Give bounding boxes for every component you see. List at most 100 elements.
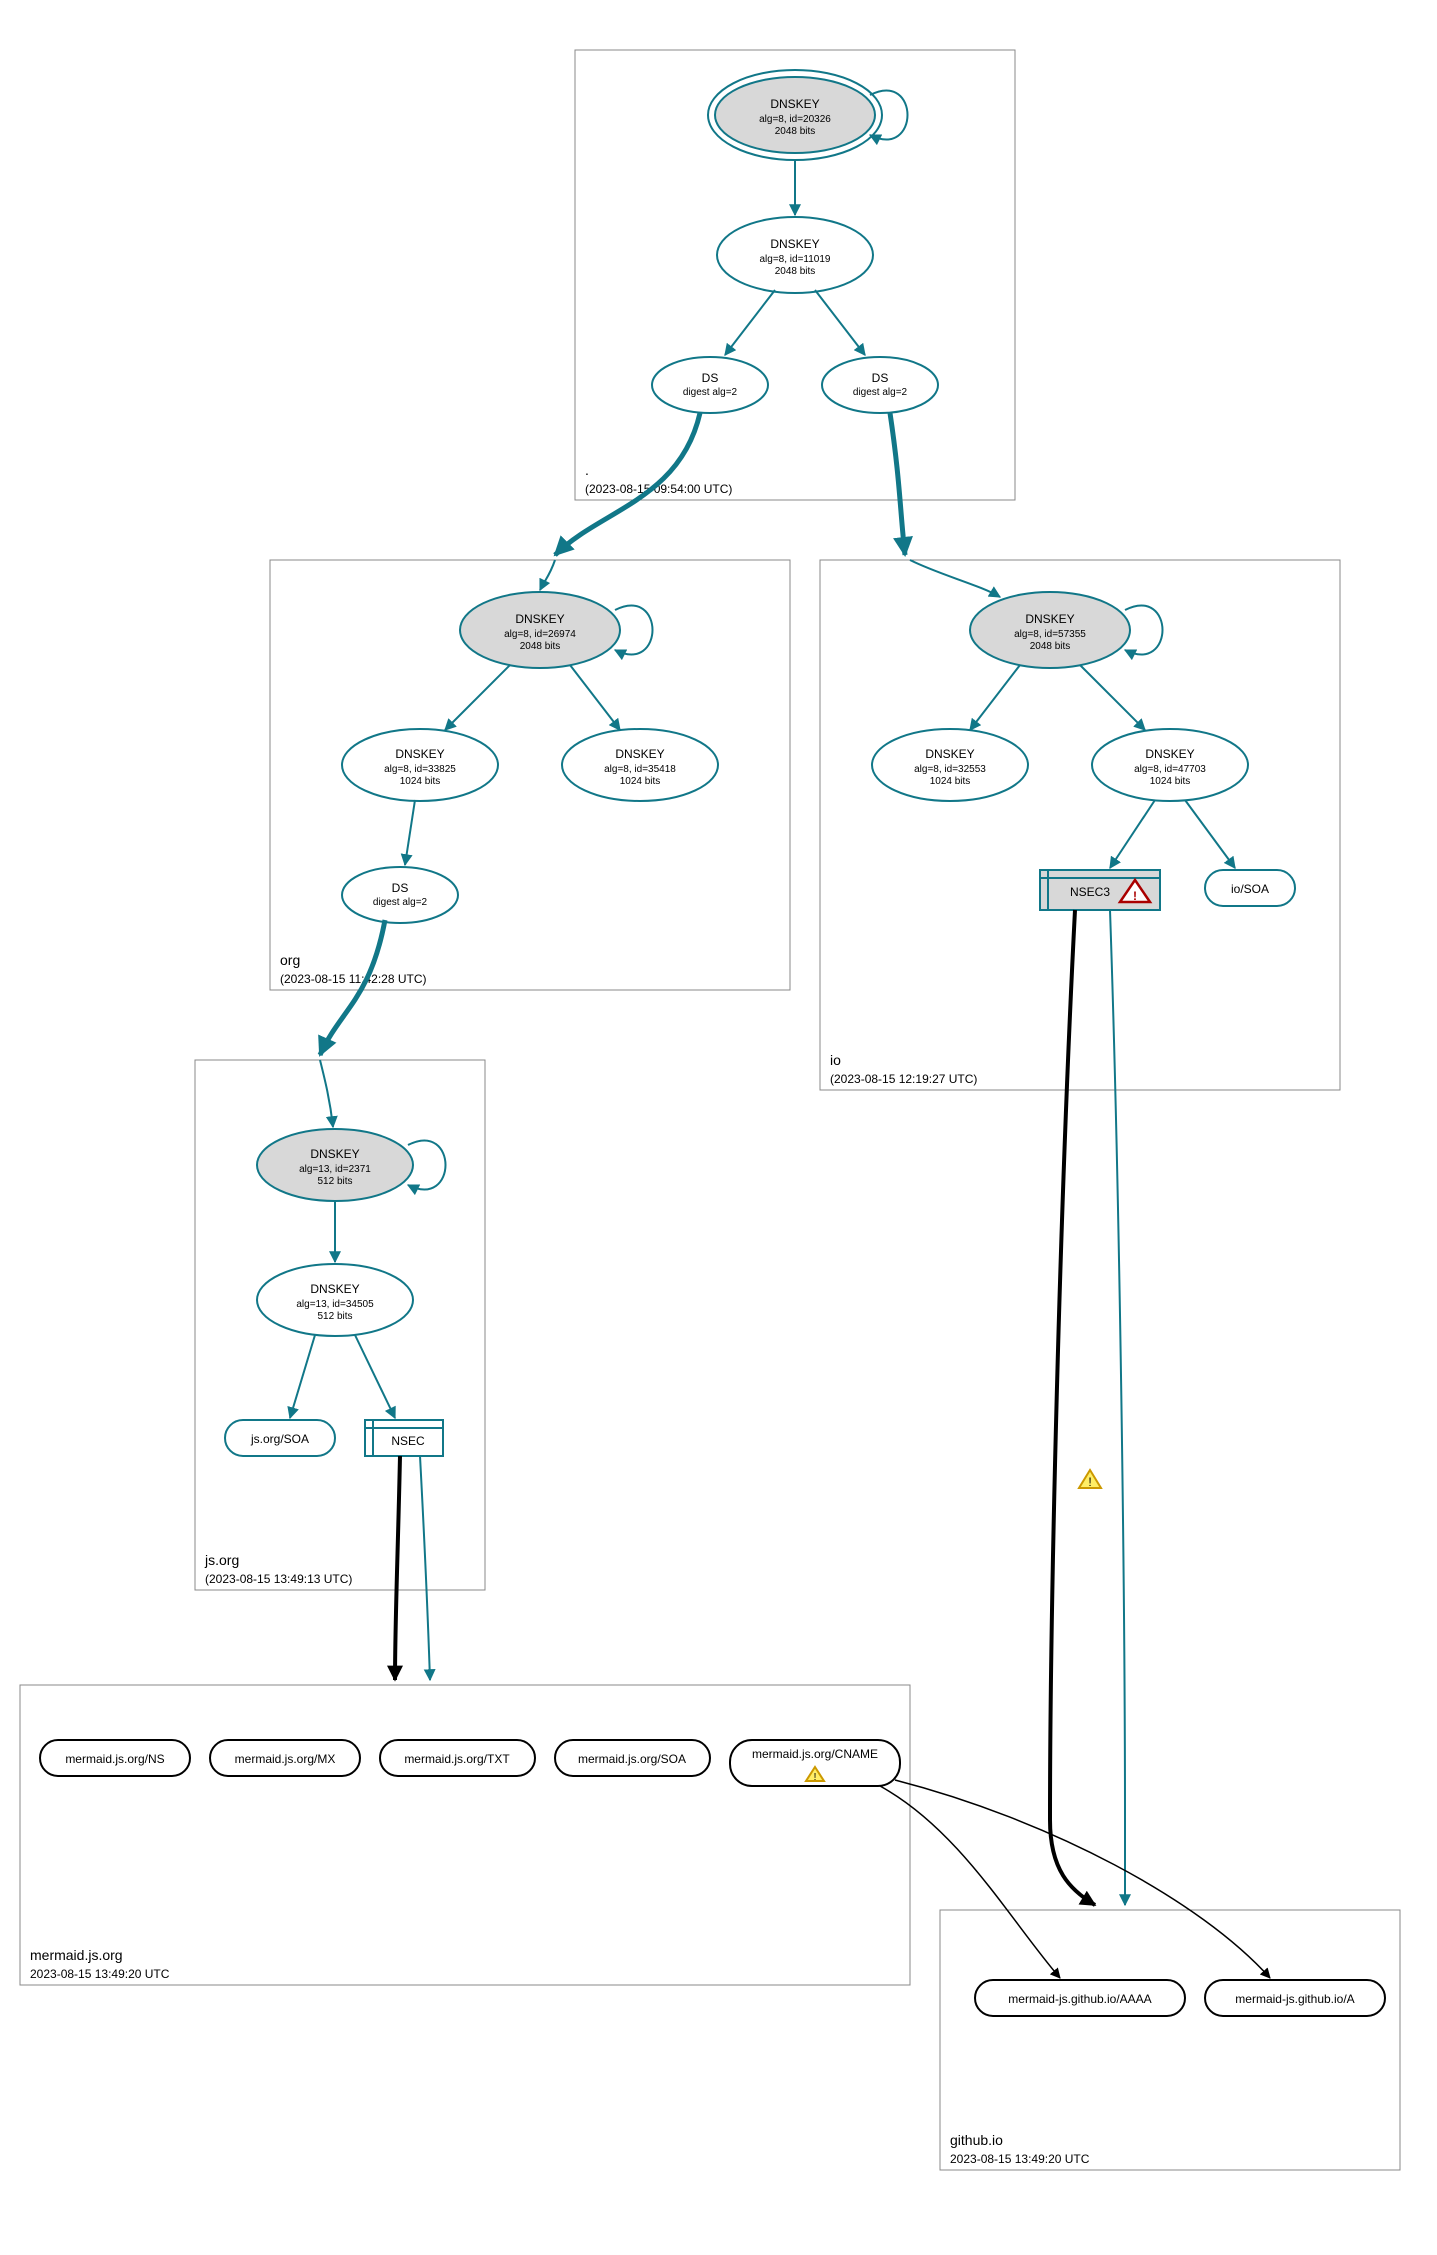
edge-io-zsk2-soa bbox=[1185, 800, 1235, 868]
svg-text:alg=13, id=2371: alg=13, id=2371 bbox=[299, 1164, 371, 1175]
svg-text:NSEC3: NSEC3 bbox=[1070, 885, 1110, 899]
node-io-soa[interactable]: io/SOA bbox=[1205, 870, 1295, 906]
svg-text:DNSKEY: DNSKEY bbox=[615, 747, 664, 761]
edge-jsorg-zsk-nsec bbox=[355, 1335, 395, 1418]
node-root-zsk[interactable]: DNSKEY alg=8, id=11019 2048 bits bbox=[717, 217, 873, 293]
svg-text:alg=8, id=35418: alg=8, id=35418 bbox=[604, 764, 676, 775]
node-root-ds1[interactable]: DS digest alg=2 bbox=[652, 357, 768, 413]
edge-into-io-ksk bbox=[910, 560, 1000, 597]
svg-text:NSEC: NSEC bbox=[391, 1434, 425, 1448]
edge-jsorg-mermaid-teal bbox=[420, 1456, 430, 1680]
cluster-jsorg-timestamp: (2023-08-15 13:49:13 UTC) bbox=[205, 1572, 352, 1586]
node-m-cname[interactable]: mermaid.js.org/CNAME ! bbox=[730, 1740, 900, 1786]
node-jsorg-soa[interactable]: js.org/SOA bbox=[225, 1420, 335, 1456]
svg-text:1024 bits: 1024 bits bbox=[620, 776, 661, 787]
svg-text:DNSKEY: DNSKEY bbox=[310, 1147, 359, 1161]
svg-text:2048 bits: 2048 bits bbox=[520, 641, 561, 652]
svg-text:alg=8, id=11019: alg=8, id=11019 bbox=[760, 254, 831, 265]
node-jsorg-zsk[interactable]: DNSKEY alg=13, id=34505 512 bits bbox=[257, 1264, 413, 1336]
node-m-soa[interactable]: mermaid.js.org/SOA bbox=[555, 1740, 710, 1776]
svg-text:DNSKEY: DNSKEY bbox=[1145, 747, 1194, 761]
svg-text:DNSKEY: DNSKEY bbox=[770, 97, 819, 111]
svg-text:DNSKEY: DNSKEY bbox=[395, 747, 444, 761]
svg-text:digest alg=2: digest alg=2 bbox=[853, 387, 908, 398]
svg-text:DS: DS bbox=[702, 371, 719, 385]
node-io-zsk1[interactable]: DNSKEY alg=8, id=32553 1024 bits bbox=[872, 729, 1028, 801]
cluster-org-timestamp: (2023-08-15 11:42:28 UTC) bbox=[280, 972, 427, 986]
svg-text:DS: DS bbox=[392, 881, 409, 895]
svg-text:digest alg=2: digest alg=2 bbox=[373, 897, 428, 908]
cluster-githubio-timestamp: 2023-08-15 13:49:20 UTC bbox=[950, 2152, 1090, 2166]
cluster-mermaidjsorg-timestamp: 2023-08-15 13:49:20 UTC bbox=[30, 1967, 170, 1981]
svg-text:!: ! bbox=[1133, 889, 1137, 903]
svg-text:DNSKEY: DNSKEY bbox=[770, 237, 819, 251]
svg-text:!: ! bbox=[1088, 1475, 1091, 1489]
svg-text:alg=8, id=33825: alg=8, id=33825 bbox=[384, 764, 456, 775]
cluster-jsorg: js.org (2023-08-15 13:49:13 UTC) DNSKEY … bbox=[195, 1060, 485, 1590]
svg-text:digest alg=2: digest alg=2 bbox=[683, 387, 738, 398]
svg-text:1024 bits: 1024 bits bbox=[1150, 776, 1191, 787]
cluster-mermaidjsorg-label: mermaid.js.org bbox=[30, 1947, 123, 1963]
cluster-org-label: org bbox=[280, 952, 300, 968]
node-m-mx[interactable]: mermaid.js.org/MX bbox=[210, 1740, 360, 1776]
svg-text:mermaid.js.org/CNAME: mermaid.js.org/CNAME bbox=[752, 1747, 878, 1761]
edge-root-zsk-ds2 bbox=[815, 290, 865, 355]
node-m-txt[interactable]: mermaid.js.org/TXT bbox=[380, 1740, 535, 1776]
svg-text:1024 bits: 1024 bits bbox=[930, 776, 971, 787]
edge-into-org-ksk bbox=[540, 560, 555, 590]
edge-cname-a bbox=[895, 1780, 1270, 1978]
node-gh-aaaa[interactable]: mermaid-js.github.io/AAAA bbox=[975, 1980, 1185, 2016]
edge-jsorg-zsk-soa bbox=[290, 1335, 315, 1418]
svg-text:mermaid.js.org/SOA: mermaid.js.org/SOA bbox=[578, 1752, 686, 1766]
edge-cname-aaaa bbox=[880, 1786, 1060, 1978]
cluster-io-timestamp: (2023-08-15 12:19:27 UTC) bbox=[830, 1072, 977, 1086]
warning-icon: ! bbox=[1079, 1470, 1101, 1489]
edge-into-jsorg-ksk bbox=[320, 1060, 333, 1127]
node-io-zsk2[interactable]: DNSKEY alg=8, id=47703 1024 bits bbox=[1092, 729, 1248, 801]
svg-text:2048 bits: 2048 bits bbox=[775, 266, 816, 277]
node-org-zsk2[interactable]: DNSKEY alg=8, id=35418 1024 bits bbox=[562, 729, 718, 801]
cluster-io: io (2023-08-15 12:19:27 UTC) DNSKEY alg=… bbox=[820, 560, 1340, 1090]
cluster-jsorg-label: js.org bbox=[204, 1552, 239, 1568]
svg-text:DNSKEY: DNSKEY bbox=[310, 1282, 359, 1296]
node-io-ksk[interactable]: DNSKEY alg=8, id=57355 2048 bits bbox=[970, 592, 1130, 668]
svg-text:mermaid.js.org/MX: mermaid.js.org/MX bbox=[235, 1752, 336, 1766]
svg-text:2048 bits: 2048 bits bbox=[1030, 641, 1071, 652]
svg-text:DNSKEY: DNSKEY bbox=[515, 612, 564, 626]
svg-text:DNSKEY: DNSKEY bbox=[1025, 612, 1074, 626]
node-root-ds2[interactable]: DS digest alg=2 bbox=[822, 357, 938, 413]
edge-org-ksk-zsk2 bbox=[570, 665, 620, 730]
svg-text:mermaid.js.org/TXT: mermaid.js.org/TXT bbox=[404, 1752, 510, 1766]
edge-io-ksk-zsk1 bbox=[970, 665, 1020, 730]
svg-text:DNSKEY: DNSKEY bbox=[925, 747, 974, 761]
svg-text:512 bits: 512 bits bbox=[317, 1311, 352, 1322]
node-io-nsec3[interactable]: NSEC3 ! bbox=[1040, 870, 1160, 910]
edge-jsorg-mermaid-black bbox=[395, 1456, 400, 1680]
edge-org-ds-jsorg bbox=[320, 920, 385, 1055]
svg-text:2048 bits: 2048 bits bbox=[775, 126, 816, 137]
node-org-ksk[interactable]: DNSKEY alg=8, id=26974 2048 bits bbox=[460, 592, 620, 668]
svg-text:js.org/SOA: js.org/SOA bbox=[250, 1432, 309, 1446]
node-root-ksk[interactable]: DNSKEY alg=8, id=20326 2048 bits bbox=[708, 70, 882, 160]
svg-text:1024 bits: 1024 bits bbox=[400, 776, 441, 787]
edge-org-ksk-zsk1 bbox=[445, 665, 510, 730]
svg-text:mermaid.js.org/NS: mermaid.js.org/NS bbox=[65, 1752, 164, 1766]
cluster-root-label: . bbox=[585, 462, 589, 478]
node-org-zsk1[interactable]: DNSKEY alg=8, id=33825 1024 bits bbox=[342, 729, 498, 801]
node-org-ds[interactable]: DS digest alg=2 bbox=[342, 867, 458, 923]
edge-io-zsk2-nsec3 bbox=[1110, 800, 1155, 868]
cluster-githubio-label: github.io bbox=[950, 2132, 1003, 2148]
svg-text:alg=8, id=57355: alg=8, id=57355 bbox=[1014, 629, 1086, 640]
node-jsorg-ksk[interactable]: DNSKEY alg=13, id=2371 512 bits bbox=[257, 1129, 413, 1201]
node-jsorg-nsec[interactable]: NSEC bbox=[365, 1420, 443, 1456]
svg-text:alg=8, id=20326: alg=8, id=20326 bbox=[759, 114, 831, 125]
svg-text:alg=13, id=34505: alg=13, id=34505 bbox=[296, 1299, 374, 1310]
svg-text:mermaid-js.github.io/AAAA: mermaid-js.github.io/AAAA bbox=[1008, 1992, 1151, 2006]
svg-text:alg=8, id=47703: alg=8, id=47703 bbox=[1134, 764, 1206, 775]
cluster-org: org (2023-08-15 11:42:28 UTC) DNSKEY alg… bbox=[270, 560, 790, 990]
node-m-ns[interactable]: mermaid.js.org/NS bbox=[40, 1740, 190, 1776]
edge-io-ksk-zsk2 bbox=[1080, 665, 1145, 730]
edge-io-githubio-black bbox=[1050, 910, 1095, 1905]
node-gh-a[interactable]: mermaid-js.github.io/A bbox=[1205, 1980, 1385, 2016]
svg-text:DS: DS bbox=[872, 371, 889, 385]
